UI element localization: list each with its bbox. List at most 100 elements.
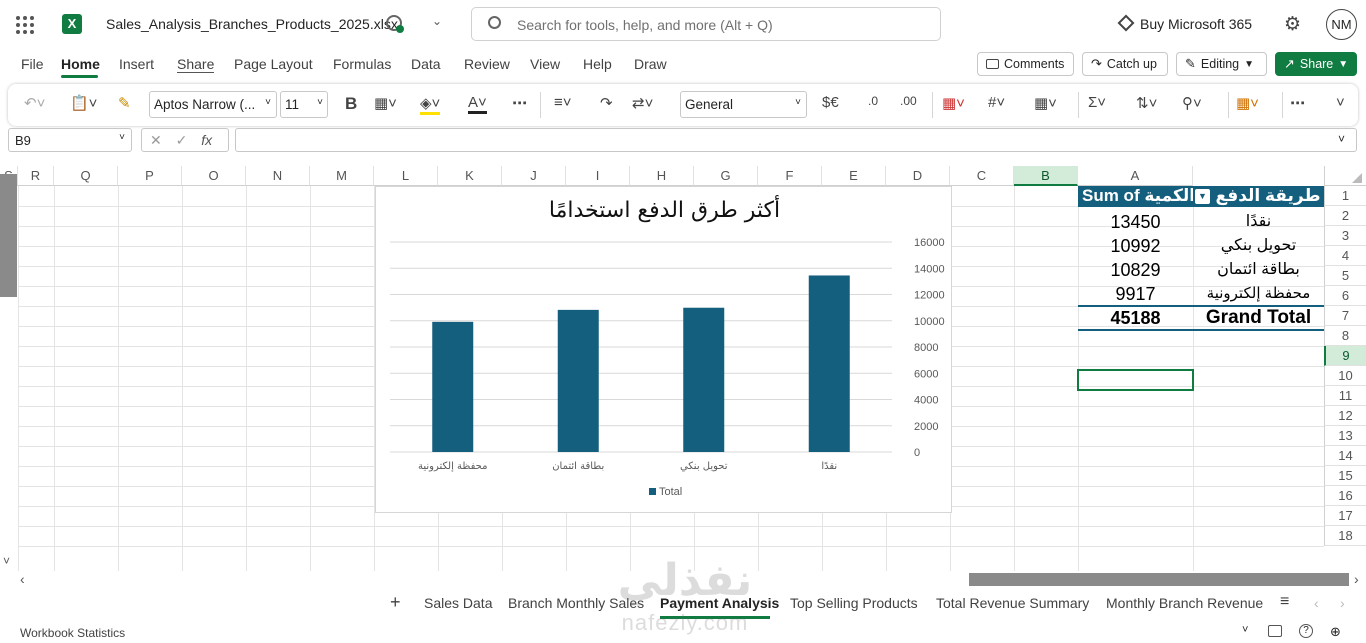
add-sheet-icon[interactable]: +	[390, 592, 401, 613]
fill-color-icon[interactable]: ◈˅	[420, 94, 441, 115]
share-button[interactable]: ↗ Share ▼	[1275, 52, 1357, 76]
format-table-icon[interactable]: ▦˅	[1034, 94, 1057, 112]
chevron-down-icon[interactable]: ⌄	[432, 14, 442, 28]
increase-decimal-icon[interactable]: .0	[868, 94, 878, 108]
row-header-11[interactable]: 11	[1324, 386, 1366, 406]
row-header-3[interactable]: 3	[1324, 226, 1366, 246]
column-header-Q[interactable]: Q	[54, 166, 118, 186]
grand-total-label[interactable]: Grand Total	[1193, 308, 1324, 328]
scroll-left-icon[interactable]: ‹	[20, 571, 25, 587]
row-header-14[interactable]: 14	[1324, 446, 1366, 466]
horizontal-scrollbar-thumb[interactable]	[969, 573, 1349, 586]
column-header-G[interactable]: G	[694, 166, 758, 186]
row-header-6[interactable]: 6	[1324, 286, 1366, 306]
wrap-text-icon[interactable]: ↷	[600, 94, 613, 112]
next-sheet-icon[interactable]: ›	[1340, 595, 1345, 611]
number-format-select[interactable]: General ˅	[680, 91, 807, 118]
row-header-7[interactable]: 7	[1324, 306, 1366, 326]
row-header-16[interactable]: 16	[1324, 486, 1366, 506]
sheet-tab-payment-analysis[interactable]: Payment Analysis	[660, 595, 779, 611]
column-header-F[interactable]: F	[758, 166, 822, 186]
row-header-12[interactable]: 12	[1324, 406, 1366, 426]
conditional-format-icon[interactable]: ▦˅	[942, 94, 965, 112]
pivot-label[interactable]: تحويل بنكي	[1193, 236, 1324, 256]
avatar[interactable]: NM	[1326, 9, 1357, 40]
grand-total-value[interactable]: 45188	[1078, 308, 1193, 328]
sheet-tab-total-revenue-summary[interactable]: Total Revenue Summary	[936, 595, 1089, 611]
row-header-2[interactable]: 2	[1324, 206, 1366, 226]
column-header-K[interactable]: K	[438, 166, 502, 186]
column-header-A[interactable]: A	[1078, 166, 1193, 186]
pivot-value[interactable]: 10829	[1078, 260, 1193, 280]
app-launcher-icon[interactable]	[16, 16, 34, 34]
scroll-down-icon[interactable]: ˅	[3, 554, 10, 568]
row-header-1[interactable]: 1	[1324, 186, 1366, 206]
function-icon[interactable]: fx	[201, 132, 212, 148]
vertical-scrollbar-thumb[interactable]	[0, 174, 17, 297]
pivot-label[interactable]: بطاقة ائتمان	[1193, 260, 1324, 280]
zoom-icon[interactable]: ⊕	[1330, 624, 1341, 640]
sheet-tab-monthly-branch-revenue[interactable]: Monthly Branch Revenue	[1106, 595, 1263, 611]
column-header-D[interactable]: D	[886, 166, 950, 186]
menu-formulas[interactable]: Formulas	[333, 56, 391, 72]
pivot-value[interactable]: 10992	[1078, 236, 1193, 256]
name-box[interactable]: B9 ˅	[8, 128, 132, 152]
sheet-tab-sales-data[interactable]: Sales Data	[424, 595, 492, 611]
autosum-icon[interactable]: Σ˅	[1088, 94, 1106, 111]
settings-gear-icon[interactable]: ⚙	[1284, 13, 1301, 36]
select-all-corner[interactable]	[1324, 166, 1366, 186]
pivot-header-a[interactable]: طريقة الدفع	[1212, 186, 1324, 206]
row-header-17[interactable]: 17	[1324, 506, 1366, 526]
chevron-down-icon[interactable]: ˅	[1242, 624, 1248, 636]
row-header-15[interactable]: 15	[1324, 466, 1366, 486]
pivot-label[interactable]: محفظة إلكترونية	[1193, 284, 1324, 304]
menu-page-layout[interactable]: Page Layout	[234, 56, 313, 72]
add-ins-icon[interactable]: ▦˅	[1236, 94, 1259, 112]
catch-up-button[interactable]: ↷ Catch up	[1082, 52, 1168, 76]
menu-help[interactable]: Help	[583, 56, 612, 72]
pivot-header-b[interactable]: Sum of الكمية	[1078, 186, 1193, 206]
currency-format-icon[interactable]: $€	[822, 94, 839, 111]
row-header-10[interactable]: 10	[1324, 366, 1366, 386]
cancel-icon[interactable]: ✕	[150, 132, 162, 148]
pivot-value[interactable]: 9917	[1078, 284, 1193, 304]
undo-icon[interactable]: ↶˅	[24, 94, 45, 112]
row-header-8[interactable]: 8	[1324, 326, 1366, 346]
column-header-N[interactable]: N	[246, 166, 310, 186]
insert-cells-icon[interactable]: #˅	[988, 94, 1005, 111]
menu-data[interactable]: Data	[411, 56, 441, 72]
comments-button[interactable]: Comments	[977, 52, 1074, 76]
more-options-icon[interactable]: ⋯	[512, 94, 527, 112]
menu-file[interactable]: File	[21, 56, 44, 72]
font-family-select[interactable]: Aptos Narrow (... ˅	[149, 91, 277, 118]
sort-filter-icon[interactable]: ⇅˅	[1136, 94, 1157, 112]
all-sheets-menu-icon[interactable]: ≡	[1280, 593, 1289, 611]
column-header-M[interactable]: M	[310, 166, 374, 186]
sheet-tab-top-selling-products[interactable]: Top Selling Products	[790, 595, 918, 611]
column-header-L[interactable]: L	[374, 166, 438, 186]
font-color-icon[interactable]: A˅	[468, 94, 487, 114]
scroll-right-icon[interactable]: ›	[1354, 571, 1359, 587]
prev-sheet-icon[interactable]: ‹	[1314, 595, 1319, 611]
selected-cell[interactable]	[1077, 369, 1194, 391]
search-box[interactable]: Search for tools, help, and more (Alt + …	[471, 7, 941, 41]
align-icon[interactable]: ≡˅	[554, 94, 572, 111]
column-header-B[interactable]: B	[1014, 166, 1078, 186]
expand-ribbon-icon[interactable]: ˅	[1336, 94, 1345, 111]
menu-review[interactable]: Review	[464, 56, 510, 72]
filter-dropdown-icon[interactable]: ▼	[1195, 189, 1210, 204]
column-header-H[interactable]: H	[630, 166, 694, 186]
menu-view[interactable]: View	[530, 56, 560, 72]
column-header-E[interactable]: E	[822, 166, 886, 186]
row-header-5[interactable]: 5	[1324, 266, 1366, 286]
row-header-4[interactable]: 4	[1324, 246, 1366, 266]
column-header-P[interactable]: P	[118, 166, 182, 186]
column-header-R[interactable]: R	[18, 166, 54, 186]
workbook-statistics[interactable]: Workbook Statistics	[20, 626, 125, 640]
paste-icon[interactable]: 📋˅	[70, 94, 97, 112]
sheet-tab-branch-monthly-sales[interactable]: Branch Monthly Sales	[508, 595, 644, 611]
column-header-C[interactable]: C	[950, 166, 1014, 186]
pivot-value[interactable]: 13450	[1078, 212, 1193, 232]
search-input[interactable]: Search for tools, help, and more (Alt + …	[517, 17, 773, 33]
more-options-icon[interactable]: ⋯	[1290, 94, 1305, 112]
